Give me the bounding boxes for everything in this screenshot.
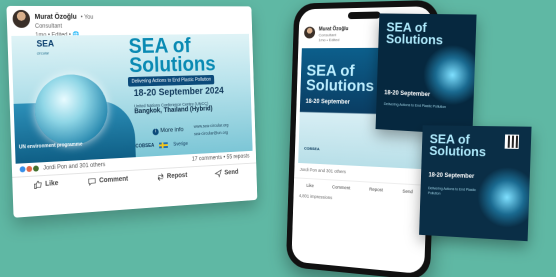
plankton-graphic-2 xyxy=(476,166,531,229)
more-info: i More info xyxy=(152,126,183,135)
event-links: www.sea-circular.org sea-circular@un.org xyxy=(194,122,229,138)
slide-2-text: Delivering Actions to End Plastic Pollut… xyxy=(428,186,486,197)
comments-reposts-count[interactable]: 17 comments • 55 reposts xyxy=(192,154,250,163)
qr-code-icon xyxy=(505,134,519,148)
connection-degree: • You xyxy=(81,15,94,21)
phone-sponsor-logo: COBSEA xyxy=(304,146,320,152)
post-header: Murat Özoğlu • You Consultant 1mo • Edit… xyxy=(6,6,252,36)
event-dates: 18-20 September 2024 xyxy=(134,86,224,99)
carousel-slide-2: SEA of Solutions 18-20 September Deliver… xyxy=(419,125,531,241)
comment-icon xyxy=(88,176,97,185)
slide-1-title: SEA of Solutions xyxy=(386,21,444,46)
event-subtitle: Delivering Actions to End Plastic Pollut… xyxy=(128,75,215,87)
event-venue: United Nations Conference Centre (UNCC) … xyxy=(134,101,213,115)
phone-like-button[interactable]: Like xyxy=(306,183,314,188)
comment-button[interactable]: Comment xyxy=(88,174,128,185)
sea-circular-logo: SEA circular xyxy=(36,40,54,58)
thumbs-up-icon xyxy=(34,180,43,189)
slide-2-title: SEA of Solutions xyxy=(429,133,486,158)
phone-event-title: SEA of Solutions xyxy=(306,64,375,94)
slide-1-dates: 18-20 September xyxy=(384,90,430,98)
phone-event-dates: 18-20 September xyxy=(305,99,349,106)
author-avatar[interactable] xyxy=(12,10,30,28)
repost-button[interactable]: Repost xyxy=(156,171,187,181)
event-title: SEA of Solutions xyxy=(128,36,215,75)
phone-comment-button[interactable]: Comment xyxy=(332,184,350,190)
send-button[interactable]: Send xyxy=(214,168,238,178)
phone-send-button[interactable]: Send xyxy=(402,189,413,195)
send-icon xyxy=(214,169,222,178)
event-banner-image[interactable]: SEA circular SEA of Solutions Delivering… xyxy=(11,34,252,164)
author-name[interactable]: Murat Özoğlu xyxy=(35,14,77,21)
author-role: Consultant xyxy=(35,23,94,32)
plankton-graphic xyxy=(422,44,477,107)
sweden-flag-icon xyxy=(159,142,168,148)
carousel-slide-1: SEA of Solutions 18-20 September Deliver… xyxy=(376,13,477,134)
reactions-summary[interactable]: Jordi Pon and 301 others xyxy=(20,162,106,173)
like-button[interactable]: Like xyxy=(34,179,59,189)
reaction-icons xyxy=(20,165,39,172)
phone-post-meta: 1mo • Edited xyxy=(318,37,348,42)
linkedin-post-card: Murat Özoğlu • You Consultant 1mo • Edit… xyxy=(6,6,257,218)
sverige-logo: Sverige xyxy=(173,141,188,147)
slide-2-dates: 18-20 September xyxy=(428,173,474,180)
repost-icon xyxy=(156,172,164,181)
cobsea-logo: COBSEA xyxy=(135,143,154,150)
phone-author-avatar[interactable] xyxy=(304,27,315,39)
phone-repost-button[interactable]: Repost xyxy=(369,187,383,193)
phone-notch xyxy=(348,11,381,19)
info-icon: i xyxy=(152,128,158,135)
sponsor-logos: COBSEA Sverige xyxy=(135,141,188,149)
